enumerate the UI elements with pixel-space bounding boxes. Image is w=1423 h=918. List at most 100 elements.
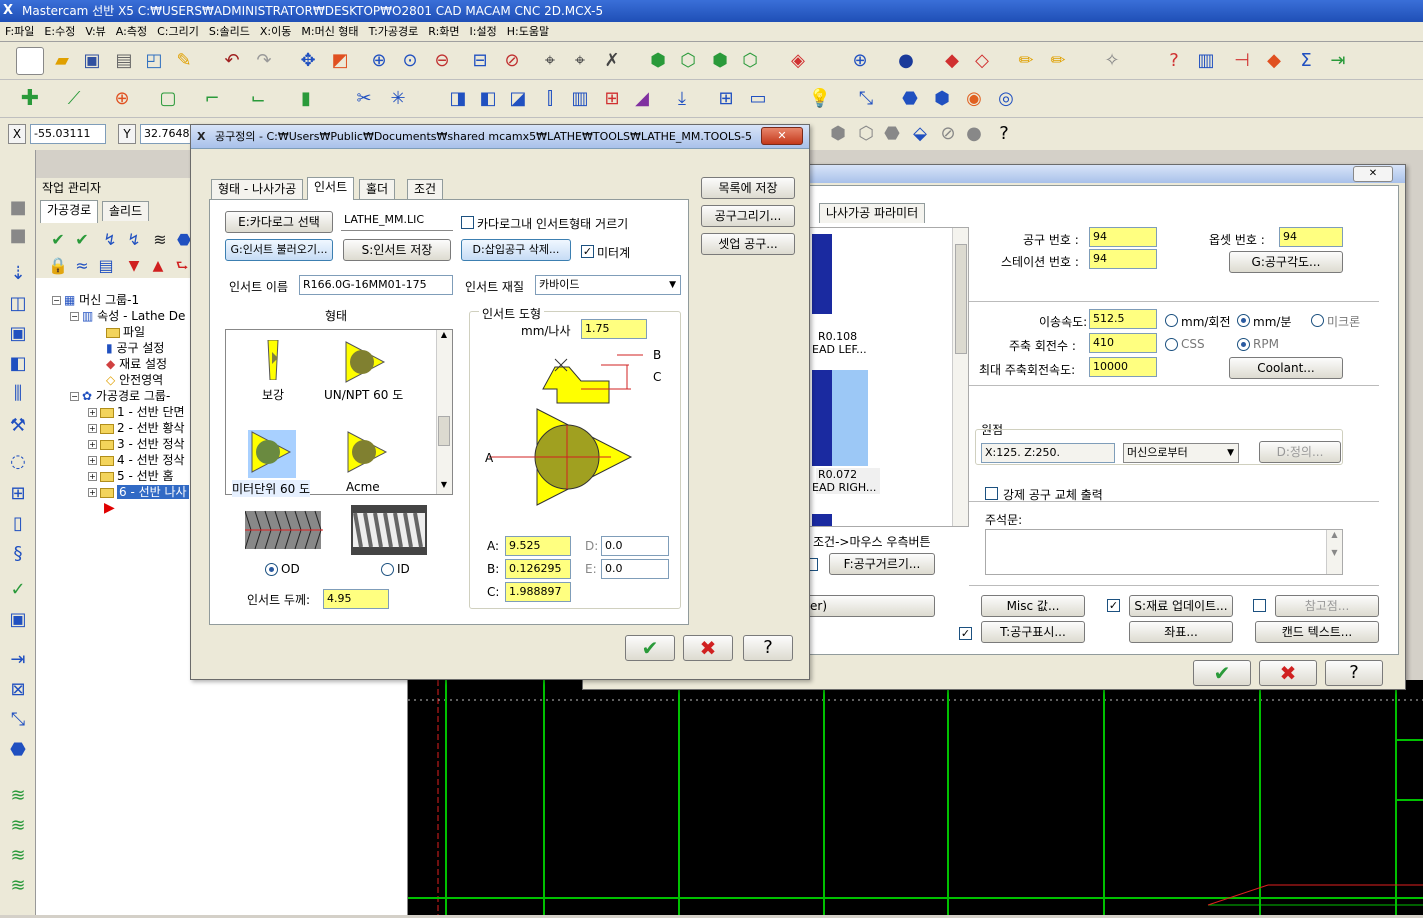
fillet-icon[interactable]: ⌐ [198,85,226,113]
save-icon[interactable]: ▣ [78,47,106,75]
iso-view-icon[interactable]: ⬢ [644,47,672,75]
point-icon[interactable]: ✚ [16,85,44,113]
measure-icon[interactable]: ⤡ [852,85,880,113]
group-icon[interactable]: ▭ [744,85,772,113]
vt-icon-13[interactable]: ✓ [4,576,32,604]
light-icon[interactable]: 💡 [806,85,834,113]
feed-mm-rev-radio[interactable] [1165,314,1178,327]
project-icon[interactable]: ⊞ [598,85,626,113]
zoom-out-icon[interactable]: ⊖ [428,47,456,75]
front-view-icon[interactable]: ⬢ [706,47,734,75]
stock-icon[interactable]: ⬣ [896,85,924,113]
force-tool-change-checkbox[interactable] [985,487,998,500]
delete-insert-button[interactable]: D:삽입공구 삭제... [461,239,571,261]
pan-icon[interactable]: ✥ [294,47,322,75]
menu-view[interactable]: V:뷰 [80,22,110,42]
shape-scroll-thumb[interactable] [438,416,450,446]
tree-op-6[interactable]: +6 - 선반 나사 [88,484,189,500]
shading-icon[interactable]: ● [892,47,920,75]
tool-list-scrollbar[interactable] [952,228,968,526]
tool-filter-button[interactable]: F:공구거르기... [829,553,935,575]
backplot-icon[interactable]: ◉ [960,85,988,113]
regen-dirty-icon[interactable]: ↯ [120,226,148,254]
cube-view-icon[interactable]: ◈ [784,47,812,75]
menu-create[interactable]: C:그리기 [152,22,204,42]
menu-screen[interactable]: R:화면 [423,22,464,42]
menu-edit[interactable]: E:수정 [39,22,80,42]
vt-icon-9[interactable]: ◌ [4,448,32,476]
metric-checkbox[interactable]: ✓ [581,245,594,258]
ok-check-icon[interactable]: ✔ [1193,660,1251,686]
vt-icon-6[interactable]: ◧ [4,350,32,378]
simulate-icon[interactable]: ◎ [992,85,1020,113]
mirror-icon[interactable]: ◧ [474,85,502,113]
tool-def-help-icon[interactable]: ? [743,635,793,661]
tree-op-5[interactable]: +5 - 선반 홈 [88,468,174,484]
catalog-select-button[interactable]: E:카다로그 선택 [225,211,333,233]
vt-icon-14[interactable]: ▣ [4,606,32,634]
tool-list[interactable]: R0.108 EAD LEF... R0.072 EAD RIGH... [791,227,969,527]
tool-def-cancel-icon[interactable]: ✖ [683,635,733,661]
coordinates-button[interactable]: 좌표... [1129,621,1233,643]
feed-rate-input[interactable]: 512.5 [1089,309,1157,329]
vt-icon-4[interactable]: ◫ [4,290,32,318]
circle-icon[interactable]: ⊕ [108,85,136,113]
erase-icon[interactable]: ◇ [968,47,996,75]
autocursor-icon[interactable]: ⬢ [824,120,852,148]
fit-icon[interactable]: ◩ [326,47,354,75]
vt-icon-19[interactable]: ≋ [4,782,32,810]
vt-icon-22[interactable]: ≋ [4,872,32,900]
vt-icon-11[interactable]: ▯ [4,510,32,538]
vt-icon-3[interactable]: ⇣ [4,260,32,288]
circle-select-icon[interactable]: ● [960,120,988,148]
css-radio[interactable] [1165,338,1178,351]
station-number-input[interactable]: 94 [1089,249,1157,269]
vt-icon-21[interactable]: ≋ [4,842,32,870]
feed-micron-radio[interactable] [1311,314,1324,327]
chamfer-icon[interactable]: ⌙ [244,85,272,113]
stretch-icon[interactable]: ⤓ [668,85,696,113]
sum-icon[interactable]: Σ [1292,47,1320,75]
a-value-input[interactable]: 9.525 [505,536,571,556]
thread-dialog-close-icon[interactable]: ✕ [1353,166,1393,182]
vt-icon-8[interactable]: ⚒ [4,412,32,440]
tree-op-1[interactable]: +1 - 선반 단면 [88,404,185,420]
help-question-icon[interactable]: ? [990,120,1018,148]
tool-list-scroll-thumb[interactable] [955,244,967,354]
properties-icon[interactable]: ✎ [170,47,198,75]
pencil-icon[interactable]: ✏ [1012,47,1040,75]
b-value-input[interactable]: 0.126295 [505,559,571,579]
tab-parameters[interactable]: 조건 [407,179,444,199]
catalog-filter-checkbox[interactable] [461,216,474,229]
vt-icon-2[interactable]: ■ [4,222,32,250]
rectangle-icon[interactable]: ▢ [154,85,182,113]
bbox-icon[interactable]: ◆ [1260,47,1288,75]
array-icon[interactable]: ⊞ [712,85,740,113]
highlight-icon[interactable]: ✏ [1044,47,1072,75]
help-icon[interactable]: ? [1160,47,1188,75]
tree-safety-zone[interactable]: ◇ 안전영역 [106,372,163,388]
save-insert-button[interactable]: S:인서트 저장 [343,239,451,261]
open-file-icon[interactable]: ▰ [48,47,76,75]
graphics-viewport[interactable] [408,680,1423,915]
ref-point-checkbox[interactable] [1253,599,1266,612]
shape-reinforced[interactable] [266,339,280,383]
coolant-button[interactable]: Coolant... [1229,357,1343,379]
rotate-xform-icon[interactable]: ◪ [504,85,532,113]
stock-update-checkbox[interactable]: ✓ [1107,599,1120,612]
undo-icon[interactable]: ↶ [218,47,246,75]
tab-toolpaths[interactable]: 가공경로 [40,200,99,223]
select-dirty-icon[interactable]: ✔ [68,226,96,254]
x-coordinate-input[interactable]: -55.03111 [30,124,106,144]
menu-toolpaths[interactable]: T:가공경로 [364,22,424,42]
tool-display-button[interactable]: T:공구표시... [981,621,1085,643]
print-icon[interactable]: ▤ [110,47,138,75]
tree-properties[interactable]: − ▥ 속성 - Lathe De [70,308,185,324]
rpm-radio[interactable] [1237,338,1250,351]
side-view-icon[interactable]: ⬡ [736,47,764,75]
define-button[interactable]: D:정의... [1259,441,1341,463]
eraser-icon[interactable]: ◆ [938,47,966,75]
vt-icon-20[interactable]: ≋ [4,812,32,840]
tree-toolpath-group[interactable]: − ✿ 가공경로 그룹- [70,388,170,404]
translate-icon[interactable]: ◨ [444,85,472,113]
